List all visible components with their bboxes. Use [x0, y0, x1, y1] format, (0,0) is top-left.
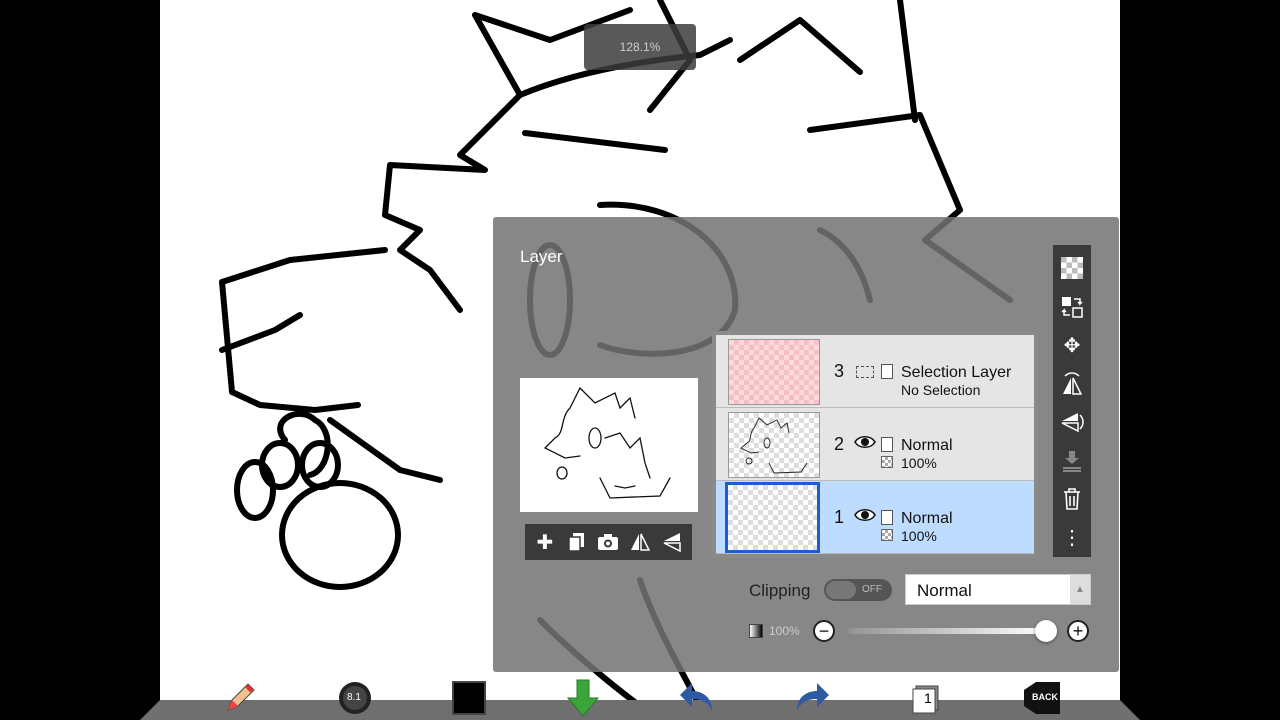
color-button[interactable] — [449, 678, 489, 718]
redo-icon — [797, 683, 829, 711]
back-label: BACK — [1032, 692, 1058, 702]
undo-icon — [680, 683, 712, 711]
visibility-eye-icon[interactable] — [854, 506, 876, 524]
selection-box-icon — [856, 366, 874, 378]
brush-size-button[interactable]: 8.1 — [335, 678, 375, 718]
toggle-knob — [826, 581, 856, 599]
opacity-value: 100% — [769, 624, 800, 638]
layer-thumbnail — [728, 339, 820, 405]
thumbnail-toolbar: ✚ — [525, 524, 692, 560]
layer-opacity: 100% — [901, 528, 937, 544]
trash-icon[interactable] — [1055, 480, 1089, 519]
layer-name: Selection Layer — [901, 364, 1012, 381]
color-swatch — [452, 681, 486, 715]
layer-row-3[interactable]: 3 Selection Layer No Selection — [716, 335, 1034, 408]
back-button[interactable]: BACK — [1022, 678, 1062, 718]
opacity-icon — [749, 624, 763, 638]
visibility-eye-icon[interactable] — [854, 433, 876, 451]
transparency-icon[interactable] — [1055, 249, 1089, 288]
redo-button[interactable] — [792, 678, 832, 718]
pencil-icon — [227, 683, 255, 711]
layers-button[interactable]: 1 — [906, 678, 946, 718]
clipping-label: Clipping — [749, 581, 811, 600]
brush-size-value: 8.1 — [347, 692, 361, 703]
document-icon — [881, 364, 893, 379]
panel-title: Layer — [520, 247, 563, 266]
alpha-lock-icon[interactable] — [881, 456, 893, 468]
flip-vertical-icon[interactable] — [1055, 403, 1089, 442]
document-icon — [881, 510, 893, 525]
blend-mode-select[interactable]: Normal ▲ — [905, 574, 1091, 605]
layer-row-2[interactable]: 2 Normal 100% — [716, 408, 1034, 481]
move-icon[interactable]: ✥ — [1055, 326, 1089, 365]
layer-side-toolbar: ✥ ⋮ — [1053, 245, 1091, 557]
more-options-icon[interactable]: ⋮ — [1055, 519, 1089, 558]
layer-number: 1 — [834, 507, 845, 527]
layer-number: 2 — [834, 434, 845, 454]
flip-vertical-icon[interactable] — [658, 528, 686, 556]
opacity-slider[interactable] — [848, 620, 1057, 642]
slider-knob[interactable] — [1035, 620, 1057, 642]
layer-thumbnail — [725, 482, 820, 553]
swap-layers-icon[interactable] — [1055, 288, 1089, 327]
flip-horizontal-icon[interactable] — [626, 528, 654, 556]
layer-number: 3 — [834, 361, 845, 381]
layer-subtitle: No Selection — [901, 382, 981, 398]
layer-row-1[interactable]: 1 Normal 100% — [716, 481, 1034, 554]
duplicate-layer-icon[interactable] — [563, 528, 591, 556]
layer-count: 1 — [924, 690, 932, 706]
clipping-toggle[interactable]: OFF — [824, 579, 892, 601]
opacity-decrease-button[interactable]: − — [813, 620, 835, 642]
zoom-indicator: 128.1% — [584, 24, 696, 70]
blend-mode-value: Normal — [917, 581, 972, 600]
toggle-state: OFF — [862, 584, 882, 595]
download-arrow-icon — [566, 679, 600, 717]
bottom-bar-background — [160, 700, 1120, 720]
layer-opacity: 100% — [901, 455, 937, 471]
undo-button[interactable] — [677, 678, 717, 718]
layer-list: 3 Selection Layer No Selection 2 Normal — [712, 331, 1038, 558]
opacity-increase-button[interactable]: + — [1067, 620, 1089, 642]
document-icon — [881, 437, 893, 452]
layer-thumbnail — [728, 412, 820, 478]
merge-down-icon[interactable] — [1055, 442, 1089, 481]
flip-horizontal-icon[interactable] — [1055, 365, 1089, 404]
alpha-lock-icon[interactable] — [881, 529, 893, 541]
layer-panel: Layer ✚ 3 Selection Layer No Selection 2… — [493, 217, 1119, 672]
add-layer-icon[interactable]: ✚ — [531, 528, 559, 556]
layer-blend-mode: Normal — [901, 510, 953, 527]
canvas-thumbnail — [520, 378, 698, 512]
layer-down-button[interactable] — [563, 678, 603, 718]
brush-tool-button[interactable] — [220, 678, 260, 718]
camera-icon[interactable] — [594, 528, 622, 556]
layer-blend-mode: Normal — [901, 437, 953, 454]
chevron-up-icon: ▲ — [1070, 575, 1090, 604]
